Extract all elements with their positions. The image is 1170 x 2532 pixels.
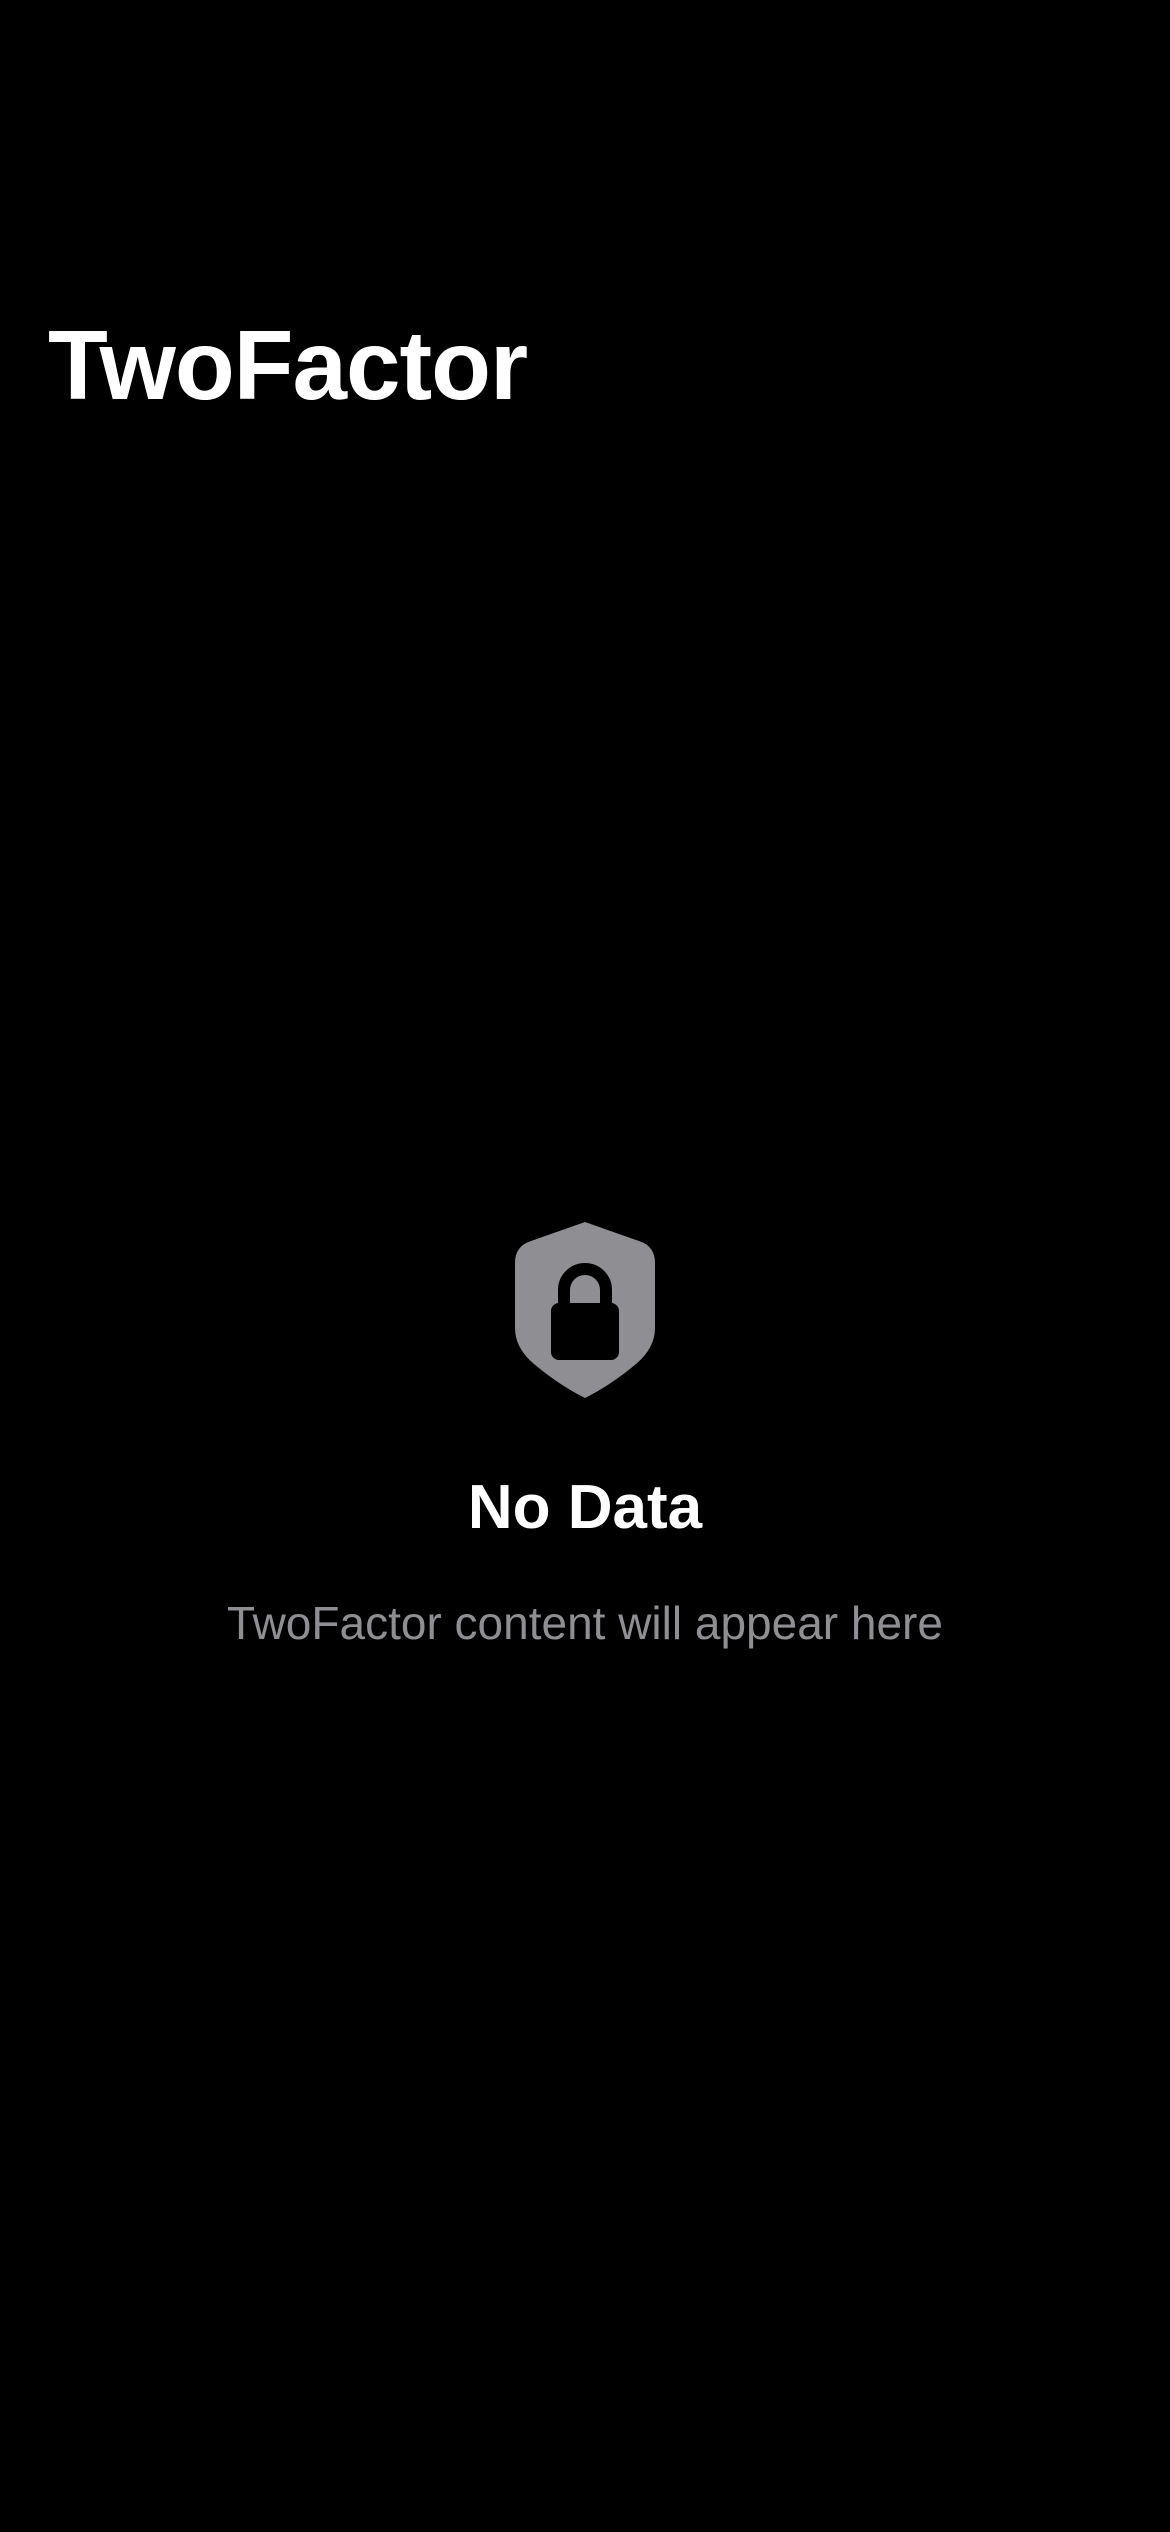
lock-shield-icon xyxy=(515,1222,655,1398)
empty-state: No Data TwoFactor content will appear he… xyxy=(0,1220,1170,1652)
empty-state-subtitle: TwoFactor content will appear here xyxy=(227,1597,943,1649)
empty-state-title: No Data xyxy=(467,1473,703,1542)
page-title: TwoFactor xyxy=(48,310,528,420)
app-screen: TwoFactor No Data TwoFactor content will… xyxy=(0,0,1170,2532)
